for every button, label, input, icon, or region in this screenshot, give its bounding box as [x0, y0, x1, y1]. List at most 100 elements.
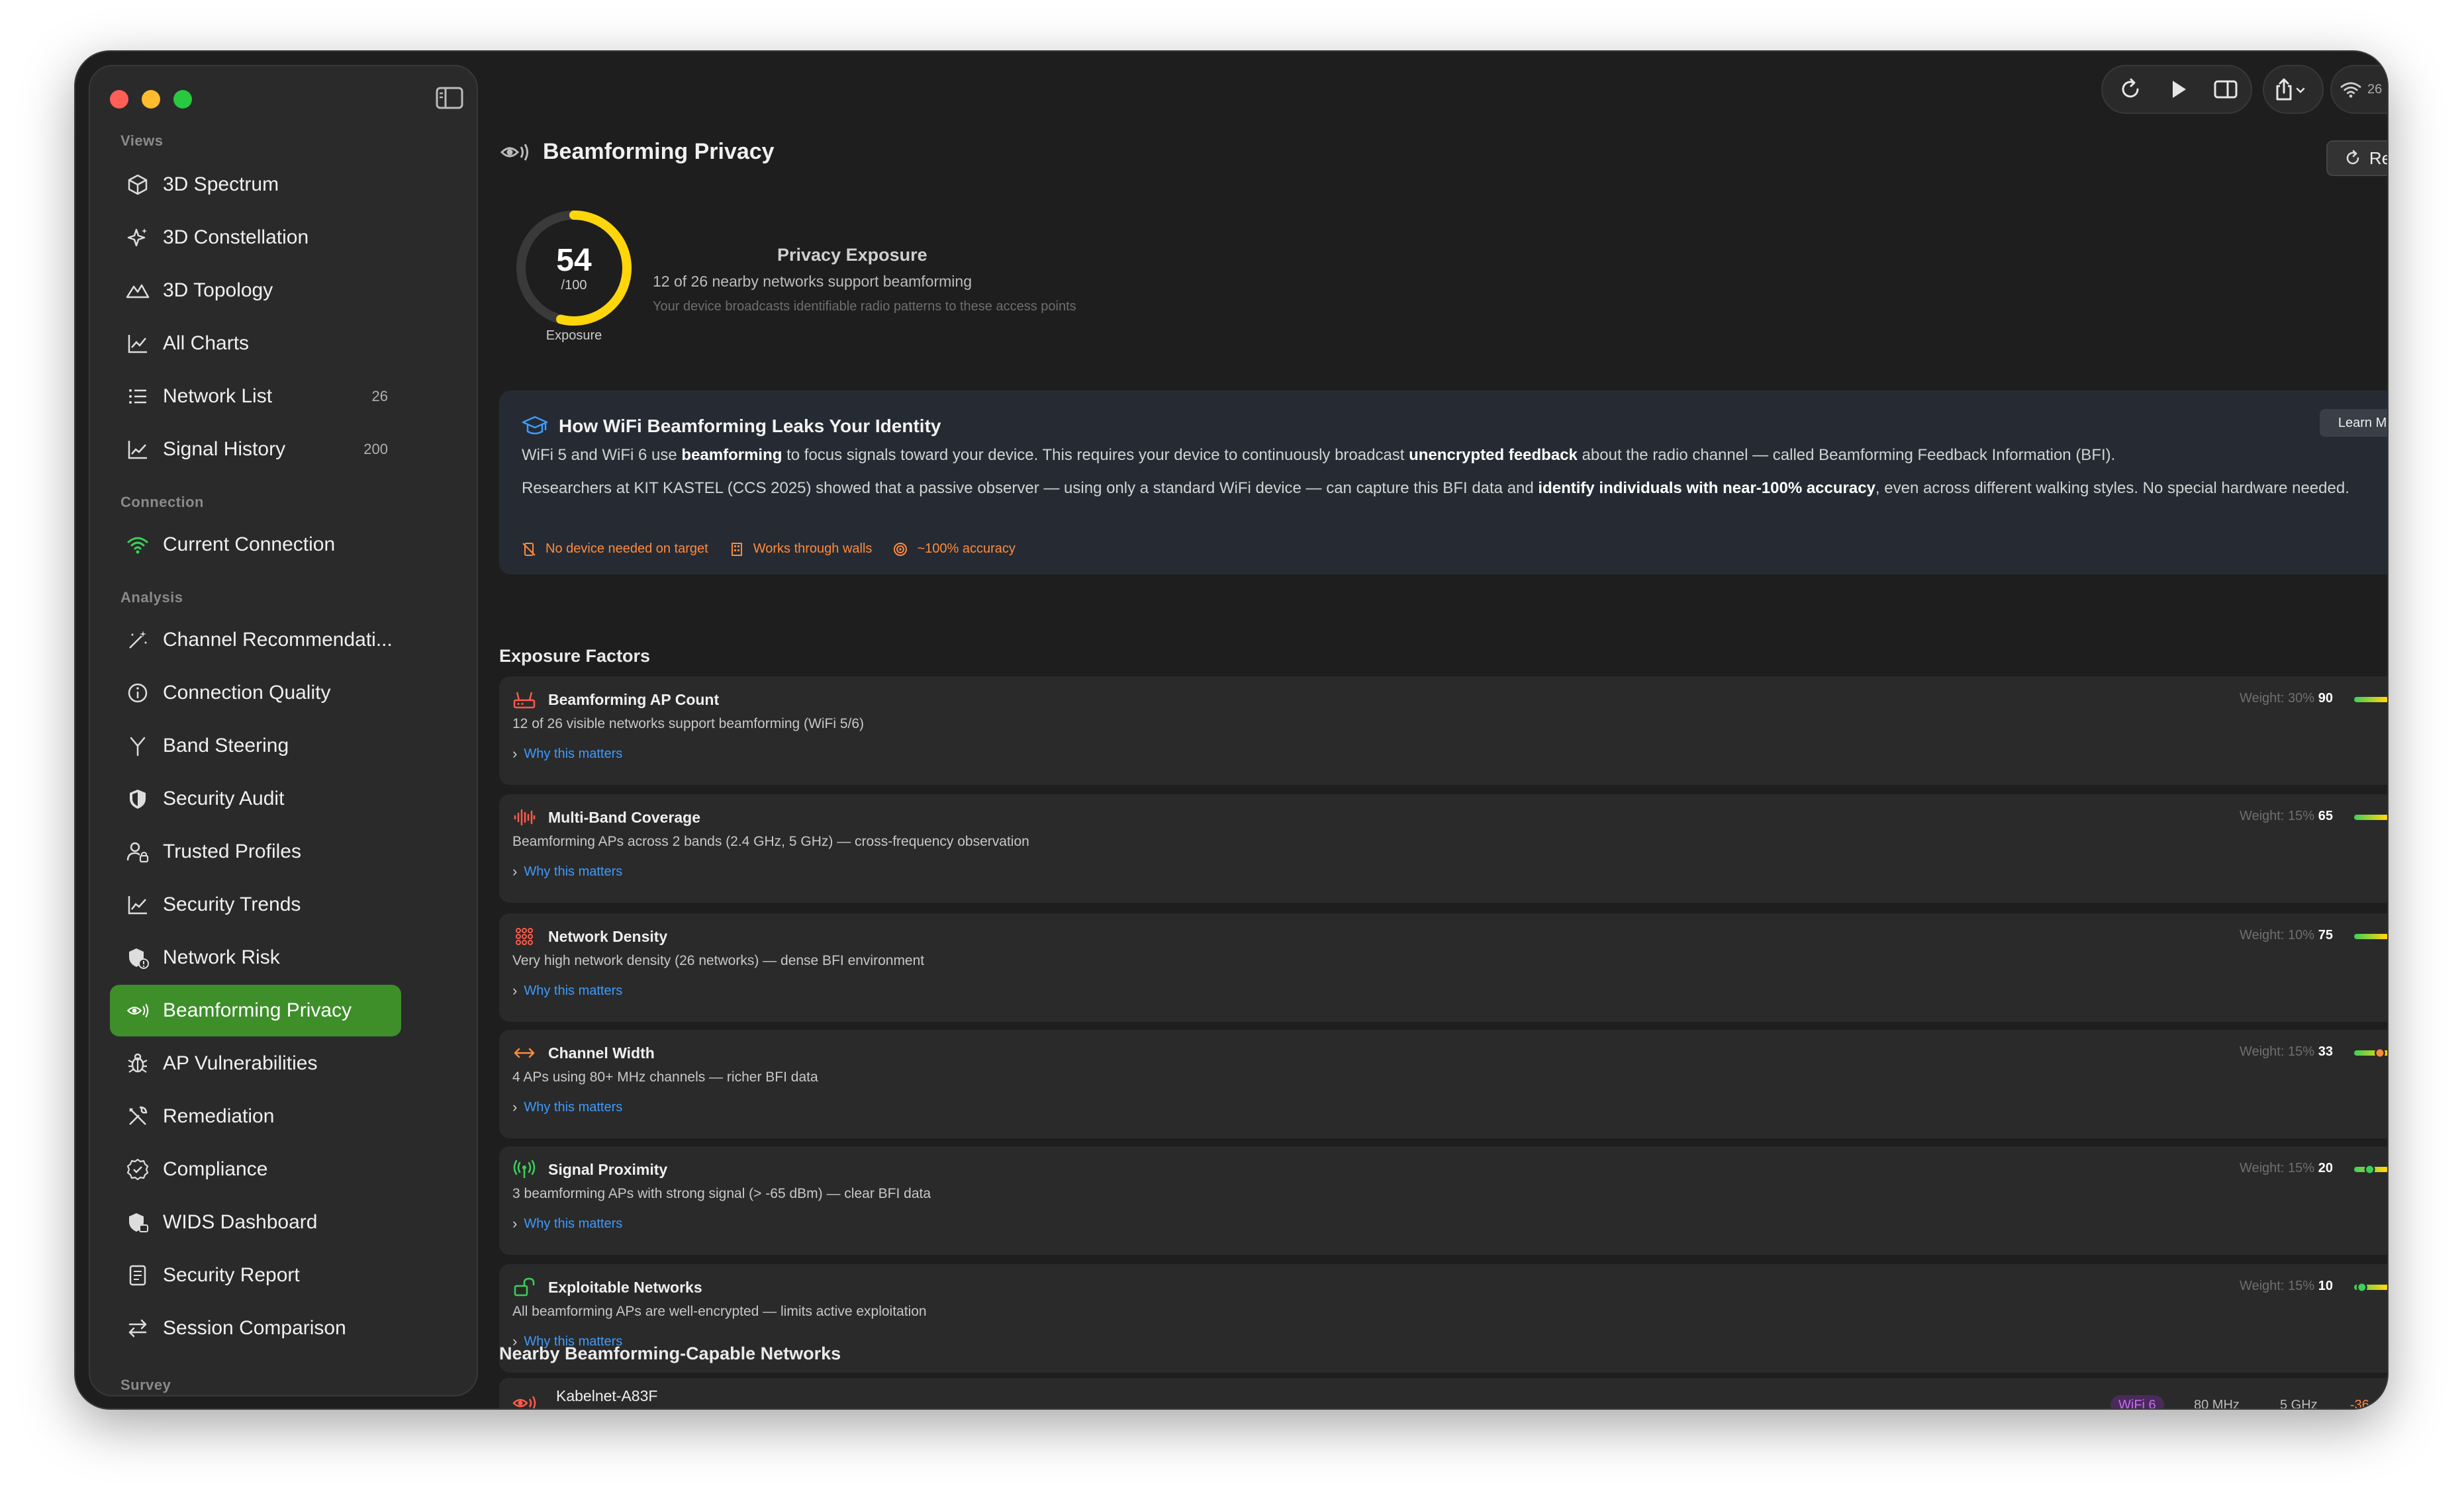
section-label-views: Views: [120, 132, 164, 149]
sidebar-item-label: WIDS Dashboard: [163, 1211, 318, 1233]
person-lock-icon: [123, 837, 152, 866]
factor-title: Channel Width: [548, 1044, 655, 1062]
compare-arrows-icon: [123, 1314, 152, 1343]
sidebar-item-label: 3D Spectrum: [163, 173, 279, 195]
page-title: Beamforming Privacy: [499, 139, 775, 165]
factor-score: 75: [2318, 928, 2333, 942]
app-window: Views 3D Spectrum 3D Constellation 3D To…: [74, 50, 2389, 1410]
why-this-matters-toggle[interactable]: › Why this matters: [512, 1099, 622, 1116]
why-this-matters-toggle[interactable]: › Why this matters: [512, 1215, 622, 1232]
channel-width: 80 MHz: [2194, 1398, 2240, 1410]
sidebar-toggle-icon[interactable]: [436, 86, 463, 110]
info-paragraph-2: Researchers at KIT KASTEL (CCS 2025) sho…: [522, 479, 2349, 497]
learn-more-button[interactable]: Learn More: [2320, 409, 2387, 437]
section-label-analysis: Analysis: [120, 589, 183, 606]
grid-dots-icon: [516, 928, 533, 945]
why-this-matters-toggle[interactable]: › Why this matters: [512, 982, 622, 999]
info-card-title: How WiFi Beamforming Leaks Your Identity: [522, 414, 941, 438]
eye-wave-icon: [500, 143, 528, 161]
sidebar-item-wids-dashboard[interactable]: WIDS Dashboard: [110, 1197, 401, 1248]
sidebar-item-label: Network List: [163, 385, 273, 407]
factor-card: Signal Proximity 3 beamforming APs with …: [499, 1146, 2387, 1255]
sidebar-item-security-report[interactable]: Security Report: [110, 1250, 401, 1301]
sidebar-item-trusted-profiles[interactable]: Trusted Profiles: [110, 826, 401, 878]
factor-description: Beamforming APs across 2 bands (2.4 GHz,…: [512, 834, 1029, 849]
network-name: Kabelnet-A83F: [556, 1387, 658, 1404]
nearby-networks-heading: Nearby Beamforming-Capable Networks: [499, 1344, 841, 1363]
why-this-matters-toggle[interactable]: › Why this matters: [512, 745, 622, 762]
wifi-standard-badge: WiFi 6: [2110, 1395, 2164, 1408]
sidebar-item-3d-constellation[interactable]: 3D Constellation: [110, 212, 401, 263]
router-icon: [513, 692, 536, 709]
waveform-icon: [514, 809, 536, 826]
level-indicator: [2376, 1049, 2384, 1057]
factor-level-bar: [2354, 1283, 2387, 1292]
sidebar-item-label: Remediation: [163, 1105, 275, 1127]
close-window-button[interactable]: [110, 90, 128, 109]
sidebar-item-beamforming-privacy[interactable]: Beamforming Privacy: [110, 985, 401, 1036]
tag-accuracy: ~100% accuracy: [893, 541, 1016, 557]
zoom-window-button[interactable]: [173, 90, 192, 109]
cube-icon: [123, 170, 152, 199]
factor-card: Channel Width 4 APs using 80+ MHz channe…: [499, 1030, 2387, 1138]
sidebar-item-label: Security Audit: [163, 788, 285, 809]
chevron-right-icon: ›: [512, 1215, 518, 1232]
rescan-button[interactable]: Rescan: [2326, 140, 2387, 176]
sidebar: Views 3D Spectrum 3D Constellation 3D To…: [89, 65, 478, 1396]
sidebar-item-ap-vulnerabilities[interactable]: AP Vulnerabilities: [110, 1038, 401, 1089]
sidebar-item-label: Trusted Profiles: [163, 841, 301, 862]
exposure-note: Your device broadcasts identifiable radi…: [653, 299, 1076, 314]
building-icon: [731, 542, 742, 556]
factor-level-bar: [2354, 1048, 2387, 1058]
sidebar-item-3d-spectrum[interactable]: 3D Spectrum: [110, 159, 401, 210]
factor-title: Multi-Band Coverage: [548, 808, 701, 826]
sidebar-item-signal-history[interactable]: Signal History 200: [110, 424, 401, 475]
sidebar-item-security-trends[interactable]: Security Trends: [110, 879, 401, 931]
factor-card: Multi-Band Coverage Beamforming APs acro…: [499, 794, 2387, 903]
sidebar-item-label: Band Steering: [163, 735, 289, 756]
no-device-icon: [522, 542, 536, 556]
sidebar-item-channel-recommendations[interactable]: Channel Recommendati...: [110, 614, 401, 666]
sidebar-item-current-connection[interactable]: Current Connection: [110, 519, 401, 571]
sidebar-item-label: 3D Constellation: [163, 226, 309, 248]
chevron-right-icon: ›: [512, 863, 518, 880]
sidebar-item-network-list[interactable]: Network List 26: [110, 371, 401, 422]
chevron-right-icon: ›: [512, 1099, 518, 1115]
exposure-score: 54: [556, 243, 592, 278]
factor-level-bar: [2354, 815, 2387, 820]
sparkles-icon: [123, 223, 152, 252]
sidebar-item-label: Signal History: [163, 438, 286, 460]
sidebar-item-label: Compliance: [163, 1158, 268, 1180]
sidebar-item-all-charts[interactable]: All Charts: [110, 318, 401, 369]
factor-score: 10: [2318, 1279, 2333, 1293]
mountains-icon: [123, 276, 152, 305]
factor-description: All beamforming APs are well-encrypted —…: [512, 1304, 927, 1319]
history-chart-icon: [123, 435, 152, 464]
minimize-window-button[interactable]: [142, 90, 160, 109]
factor-card: Network Density Very high network densit…: [499, 913, 2387, 1022]
sidebar-item-compliance[interactable]: Compliance: [110, 1144, 401, 1195]
why-this-matters-toggle[interactable]: › Why this matters: [512, 863, 622, 880]
info-paragraph-1: WiFi 5 and WiFi 6 use beamforming to foc…: [522, 446, 2116, 464]
sidebar-item-3d-topology[interactable]: 3D Topology: [110, 265, 401, 316]
sidebar-item-security-audit[interactable]: Security Audit: [110, 773, 401, 825]
tag-no-device: No device needed on target: [522, 541, 708, 557]
sidebar-item-session-comparison[interactable]: Session Comparison: [110, 1303, 401, 1354]
network-row[interactable]: Kabelnet-A83F WiFi 6 80 MHz 5 GHz -36 dB…: [499, 1378, 2387, 1410]
sidebar-item-remediation[interactable]: Remediation: [110, 1091, 401, 1142]
sidebar-item-label: Security Report: [163, 1264, 300, 1286]
window-controls: [110, 90, 192, 109]
sidebar-item-label: Network Risk: [163, 946, 280, 968]
factor-weight: Weight: 15%: [2239, 1279, 2314, 1293]
sidebar-item-label: Connection Quality: [163, 682, 331, 704]
sidebar-item-connection-quality[interactable]: Connection Quality: [110, 667, 401, 719]
sidebar-item-network-risk[interactable]: Network Risk: [110, 932, 401, 983]
sidebar-item-band-steering[interactable]: Band Steering: [110, 720, 401, 772]
factor-weight: Weight: 30%: [2239, 691, 2314, 706]
sidebar-item-label: All Charts: [163, 332, 250, 354]
factor-title: Network Density: [548, 927, 668, 945]
shield-exclaim-icon: [123, 943, 152, 972]
chevron-right-icon: ›: [512, 982, 518, 999]
sidebar-item-label: Channel Recommendati...: [163, 629, 393, 651]
eye-wave-icon: [512, 1396, 536, 1408]
